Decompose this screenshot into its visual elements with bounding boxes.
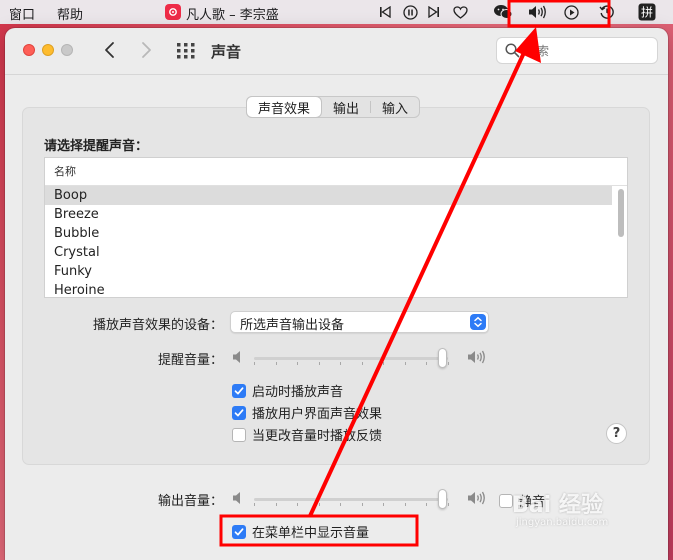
heart-icon[interactable] bbox=[451, 3, 469, 21]
alert-sound-label: 请选择提醒声音： bbox=[44, 139, 149, 154]
forward-button[interactable] bbox=[138, 40, 154, 60]
tab-sound-effects[interactable]: 声音效果 bbox=[247, 97, 322, 117]
slider-tick bbox=[361, 362, 363, 365]
slider-tick bbox=[383, 362, 385, 365]
slider-tick bbox=[297, 362, 299, 365]
slider-tick bbox=[448, 362, 449, 365]
tab-output[interactable]: 输出 bbox=[322, 97, 370, 117]
baidu-watermark: Bai 经验 bbox=[512, 493, 603, 518]
checkbox-checked[interactable] bbox=[232, 524, 246, 539]
search-icon bbox=[505, 43, 520, 58]
volume-menubar-icon[interactable] bbox=[527, 3, 549, 21]
checkbox-label: 在菜单栏中显示音量 bbox=[252, 526, 370, 541]
next-track-icon[interactable] bbox=[427, 3, 441, 21]
tab-input[interactable]: 输入 bbox=[371, 97, 419, 117]
slider-tick bbox=[275, 503, 277, 506]
show-volume-in-menubar-option[interactable]: 在菜单栏中显示音量 bbox=[232, 522, 369, 541]
slider-knob[interactable] bbox=[438, 489, 448, 509]
volume-low-icon bbox=[233, 492, 240, 504]
slider-tick bbox=[404, 362, 406, 365]
checkbox-unchecked[interactable] bbox=[499, 493, 513, 508]
menu-window[interactable]: 窗口 bbox=[9, 4, 35, 23]
list-item[interactable]: Breeze bbox=[45, 205, 612, 224]
slider-tick bbox=[404, 503, 406, 506]
volume-high-icon bbox=[468, 350, 485, 364]
pause-icon[interactable] bbox=[401, 3, 419, 21]
slider-tick bbox=[361, 503, 363, 506]
list-item[interactable]: Funky bbox=[45, 262, 612, 281]
output-volume-slider[interactable] bbox=[232, 488, 488, 510]
checkbox-unchecked[interactable] bbox=[232, 427, 246, 442]
slider-tick bbox=[275, 362, 277, 365]
checkbox-checked[interactable] bbox=[232, 405, 246, 420]
slider-tick bbox=[297, 503, 299, 506]
checkbox-label: 当更改音量时播放反馈 bbox=[252, 429, 383, 444]
list-item[interactable]: Heroine bbox=[45, 281, 612, 297]
slider-knob[interactable] bbox=[438, 348, 448, 368]
play-circle-icon[interactable] bbox=[562, 3, 580, 21]
list-scrollbar[interactable] bbox=[618, 189, 624, 237]
slider-tick bbox=[426, 362, 428, 365]
slider-track bbox=[254, 498, 448, 501]
chevron-updown-icon bbox=[470, 314, 486, 330]
output-volume-label: 输出音量： bbox=[157, 494, 223, 509]
sound-preferences-window: 声音 声音效果 输出 输入 请选择提醒声音： 名称 Boop Breeze Bu… bbox=[5, 28, 668, 560]
volume-high-icon bbox=[468, 491, 485, 505]
titlebar-divider bbox=[5, 74, 668, 75]
slider-track bbox=[254, 357, 448, 360]
checkbox-label: 播放用户界面声音效果 bbox=[252, 407, 383, 422]
play-ui-sound-effects-option[interactable]: 播放用户界面声音效果 bbox=[232, 403, 382, 422]
alert-volume-slider[interactable] bbox=[232, 347, 488, 369]
previous-track-icon[interactable] bbox=[378, 3, 392, 21]
menubar: 窗口 帮助 凡人歌 – 李宗盛 拼 bbox=[0, 0, 673, 24]
list-item[interactable]: Bubble bbox=[45, 224, 612, 243]
slider-tick bbox=[318, 503, 320, 506]
slider-tick bbox=[340, 503, 342, 506]
alert-sound-list[interactable]: 名称 Boop Breeze Bubble Crystal Funky Hero… bbox=[44, 157, 628, 298]
device-popup-value: 所选声音输出设备 bbox=[240, 318, 345, 333]
volume-low-icon bbox=[233, 351, 240, 363]
help-button[interactable]: ? bbox=[606, 423, 627, 444]
slider-tick bbox=[340, 362, 342, 365]
input-method-icon[interactable]: 拼 bbox=[637, 3, 657, 21]
time-machine-icon[interactable] bbox=[598, 3, 616, 21]
play-startup-sound-option[interactable]: 启动时播放声音 bbox=[232, 381, 343, 400]
list-item[interactable]: Crystal bbox=[45, 243, 612, 262]
list-item[interactable]: Boop bbox=[45, 186, 612, 205]
search-input[interactable] bbox=[525, 41, 653, 61]
list-column-header[interactable]: 名称 bbox=[45, 158, 627, 186]
wechat-icon[interactable] bbox=[492, 3, 514, 21]
slider-tick bbox=[426, 503, 428, 506]
slider-tick bbox=[318, 362, 320, 365]
svg-text:拼: 拼 bbox=[641, 6, 653, 20]
tab-bar: 声音效果 输出 输入 bbox=[246, 96, 421, 118]
checkbox-checked[interactable] bbox=[232, 383, 246, 398]
window-title: 声音 bbox=[211, 43, 242, 61]
minimize-button[interactable] bbox=[42, 44, 54, 56]
play-feedback-option[interactable]: 当更改音量时播放反馈 bbox=[232, 425, 382, 444]
titlebar: 声音 bbox=[5, 28, 668, 74]
checkbox-label: 启动时播放声音 bbox=[252, 385, 344, 400]
slider-tick bbox=[254, 362, 255, 365]
zoom-button[interactable] bbox=[61, 44, 73, 56]
back-button[interactable] bbox=[102, 40, 118, 60]
close-button[interactable] bbox=[23, 44, 35, 56]
slider-tick bbox=[254, 503, 255, 506]
now-playing-title[interactable]: 凡人歌 – 李宗盛 bbox=[186, 4, 279, 23]
show-all-grid-icon[interactable] bbox=[177, 43, 195, 59]
menu-help[interactable]: 帮助 bbox=[57, 4, 83, 23]
netease-music-icon[interactable] bbox=[165, 4, 181, 20]
device-popup[interactable]: 所选声音输出设备 bbox=[230, 311, 489, 333]
watermark-url: jingyan.baidu.com bbox=[516, 517, 609, 528]
slider-tick bbox=[448, 503, 449, 506]
search-field[interactable] bbox=[496, 37, 658, 64]
slider-tick bbox=[383, 503, 385, 506]
device-label: 播放声音效果的设备： bbox=[92, 318, 223, 333]
alert-volume-label: 提醒音量： bbox=[157, 353, 223, 368]
